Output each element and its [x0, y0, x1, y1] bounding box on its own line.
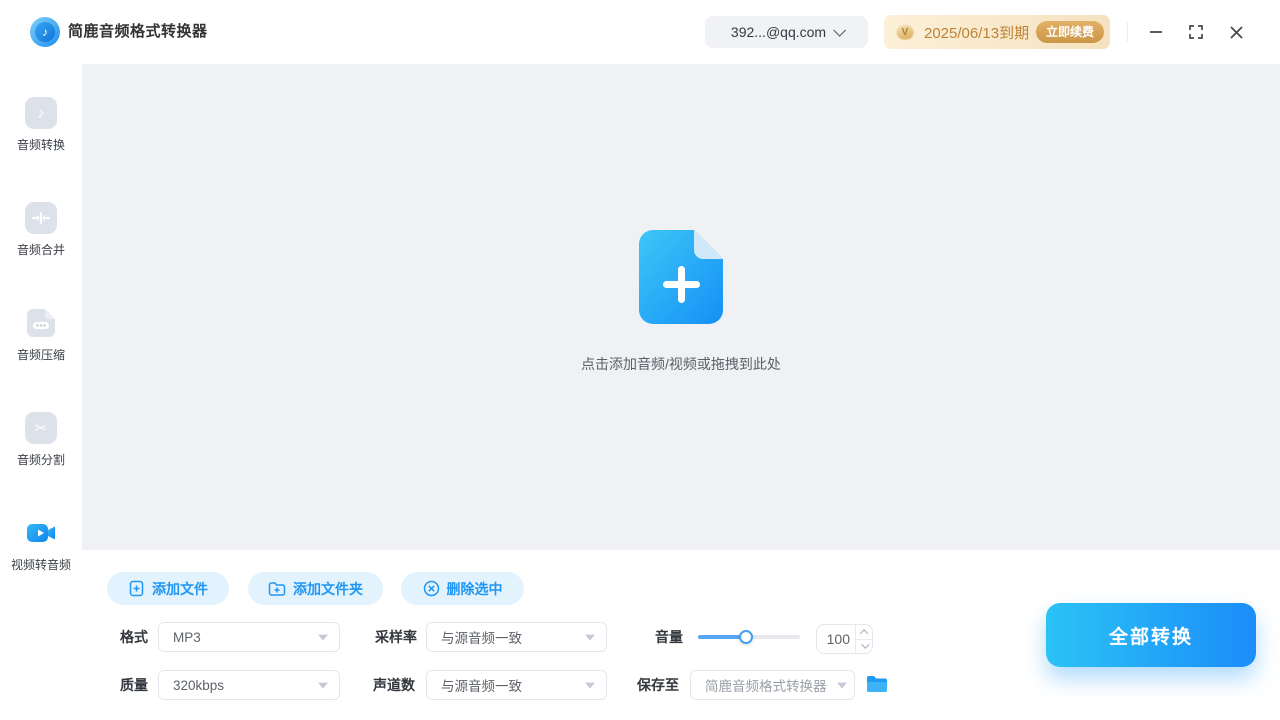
- quality-label: 质量: [120, 677, 148, 693]
- format-value: MP3: [173, 629, 201, 645]
- sidebar-item-label: 音频分割: [16, 453, 65, 467]
- sidebar-item-label: 音频转换: [16, 138, 65, 152]
- sidebar-item-video-to-audio[interactable]: 视频转音频: [0, 517, 82, 573]
- sidebar-item-audio-split[interactable]: ✂ 音频分割: [0, 412, 82, 468]
- channels-label: 声道数: [373, 677, 415, 693]
- quality-value: 320kbps: [173, 677, 225, 693]
- merge-icon: [25, 202, 57, 234]
- app-window: ♪ 简鹿音频格式转换器 392...@qq.com V 2025/06/13到期…: [0, 0, 1280, 720]
- add-folder-label: 添加文件夹: [293, 580, 363, 597]
- save-to-dropdown[interactable]: 简鹿音频格式转换器: [690, 670, 855, 700]
- sidebar: ♪ 音频转换 音频合并 音频压缩 ✂ 音频分割 视频转音频: [0, 64, 82, 720]
- bottom-panel: 添加文件 添加文件夹 删除选中 格式 MP3 采样率 与源音频一致 音量 100…: [82, 550, 1280, 720]
- close-button[interactable]: [1222, 18, 1250, 46]
- file-list-area: 点击添加音频/视频或拖拽到此处: [82, 64, 1280, 550]
- music-note-icon: ♪: [25, 97, 57, 129]
- app-title: 简鹿音频格式转换器: [68, 23, 208, 40]
- format-dropdown[interactable]: MP3: [158, 622, 340, 652]
- minimize-icon: [1150, 31, 1162, 33]
- account-dropdown[interactable]: 392...@qq.com: [705, 16, 868, 48]
- delete-selected-button[interactable]: 删除选中: [401, 572, 524, 605]
- add-file-button[interactable]: 添加文件: [107, 572, 229, 605]
- sidebar-item-audio-merge[interactable]: 音频合并: [0, 202, 82, 258]
- dropzone[interactable]: 点击添加音频/视频或拖拽到此处: [581, 230, 781, 374]
- add-file-label: 添加文件: [152, 580, 208, 597]
- dropdown-arrow-icon: [585, 682, 595, 689]
- compress-file-icon: [25, 307, 57, 339]
- folder-plus-icon: [268, 581, 286, 596]
- sidebar-item-label: 音频压缩: [16, 348, 65, 362]
- dropdown-arrow-icon: [318, 634, 328, 641]
- file-plus-icon: [129, 580, 144, 597]
- dropdown-arrow-icon: [318, 682, 328, 689]
- close-icon: [1229, 25, 1243, 39]
- spin-up-button[interactable]: [856, 625, 872, 640]
- title-bar: ♪ 简鹿音频格式转换器 392...@qq.com V 2025/06/13到期…: [0, 0, 1280, 64]
- add-folder-button[interactable]: 添加文件夹: [248, 572, 383, 605]
- vip-expiry-date: 2025/06/13到期: [924, 24, 1030, 42]
- chevron-down-icon: [861, 640, 870, 650]
- volume-label: 音量: [655, 629, 683, 645]
- sidebar-item-label: 视频转音频: [10, 558, 71, 572]
- channels-dropdown[interactable]: 与源音频一致: [426, 670, 607, 700]
- chevron-up-icon: [859, 628, 869, 638]
- sample-rate-value: 与源音频一致: [441, 631, 522, 646]
- volume-slider[interactable]: [698, 630, 800, 644]
- save-to-value: 简鹿音频格式转换器: [705, 679, 827, 694]
- folder-icon: [867, 675, 887, 692]
- volume-number-input: [816, 624, 873, 654]
- sidebar-item-audio-convert[interactable]: ♪ 音频转换: [0, 97, 82, 153]
- sample-rate-label: 采样率: [375, 629, 417, 645]
- channels-value: 与源音频一致: [441, 679, 522, 694]
- titlebar-divider: [1127, 22, 1128, 42]
- circle-x-icon: [423, 580, 439, 597]
- spin-down-button[interactable]: [856, 640, 872, 654]
- chevron-down-icon: [833, 23, 847, 37]
- open-folder-button[interactable]: [864, 673, 890, 697]
- volume-spinners: [855, 625, 872, 653]
- delete-selected-label: 删除选中: [446, 580, 503, 597]
- sample-rate-dropdown[interactable]: 与源音频一致: [426, 622, 607, 652]
- dropdown-arrow-icon: [585, 634, 595, 641]
- app-logo-icon: ♪: [30, 17, 60, 47]
- dropdown-arrow-icon: [837, 682, 847, 689]
- save-to-label: 保存至: [637, 677, 679, 693]
- add-file-plus-icon: [638, 230, 723, 324]
- format-label: 格式: [120, 629, 148, 645]
- vip-badge-icon: V: [896, 24, 914, 40]
- quality-dropdown[interactable]: 320kbps: [158, 670, 340, 700]
- minimize-button[interactable]: [1142, 18, 1170, 46]
- fullscreen-icon: [1189, 25, 1203, 39]
- scissors-icon: ✂: [25, 412, 57, 444]
- maximize-button[interactable]: [1182, 18, 1210, 46]
- dropzone-hint: 点击添加音频/视频或拖拽到此处: [581, 356, 781, 372]
- renew-button[interactable]: 立即续费: [1035, 21, 1104, 43]
- video-camera-icon: [25, 517, 57, 549]
- vip-banner[interactable]: V 2025/06/13到期 立即续费: [884, 15, 1110, 49]
- music-note-icon: ♪: [35, 22, 55, 42]
- sidebar-item-label: 音频合并: [16, 243, 65, 257]
- volume-input[interactable]: [817, 625, 855, 653]
- sidebar-item-audio-compress[interactable]: 音频压缩: [0, 307, 82, 363]
- convert-all-button[interactable]: 全部转换: [1046, 603, 1256, 667]
- volume-slider-thumb[interactable]: [738, 630, 753, 644]
- account-email: 392...@qq.com: [730, 24, 827, 40]
